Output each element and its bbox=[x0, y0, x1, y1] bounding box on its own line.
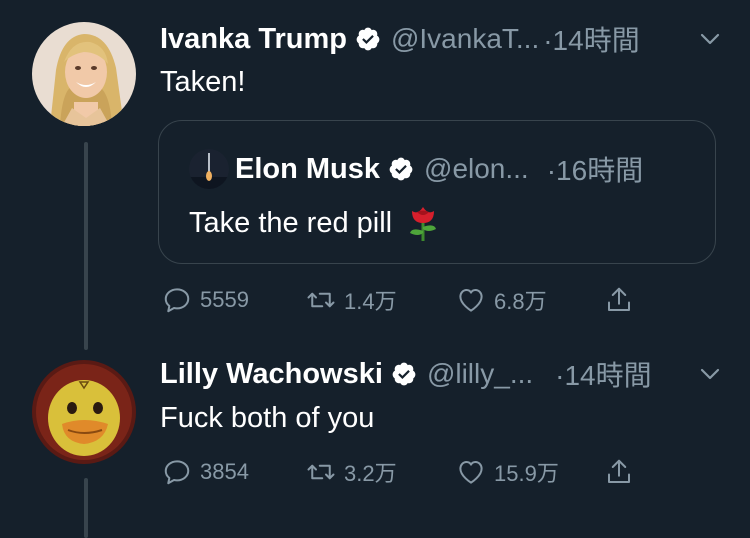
share-icon bbox=[608, 459, 630, 483]
reply-button[interactable]: 5559 bbox=[162, 280, 249, 320]
like-count: 15.9万 bbox=[494, 461, 559, 486]
thread-line bbox=[84, 478, 88, 538]
display-name[interactable]: Lilly Wachowski bbox=[160, 358, 383, 391]
like-icon bbox=[459, 461, 483, 484]
like-button[interactable]: 15.9万 bbox=[456, 452, 559, 492]
timestamp[interactable]: ·16時間 bbox=[547, 149, 643, 189]
retweet-icon bbox=[307, 292, 335, 308]
share-button[interactable] bbox=[604, 280, 642, 320]
handle[interactable]: @lilly_... bbox=[427, 358, 533, 390]
retweet-count: 1.4万 bbox=[344, 289, 397, 314]
retweet-button[interactable]: 3.2万 bbox=[306, 452, 397, 492]
share-icon bbox=[608, 287, 630, 311]
tweet-actions: 3854 3.2万 15.9万 bbox=[160, 452, 660, 492]
reply-count: 5559 bbox=[200, 287, 249, 312]
verified-badge-icon bbox=[356, 27, 380, 51]
quoted-tweet-text: Take the red pill bbox=[189, 206, 393, 239]
chevron-down-icon[interactable] bbox=[698, 362, 722, 386]
like-count: 6.8万 bbox=[494, 289, 547, 314]
reply-button[interactable]: 3854 bbox=[162, 452, 249, 492]
reply-icon bbox=[164, 288, 190, 313]
share-button[interactable] bbox=[604, 452, 642, 492]
quoted-tweet-header: Elon Musk @elon... ·16時間 bbox=[235, 149, 643, 189]
reply-icon bbox=[164, 460, 190, 485]
display-name[interactable]: Elon Musk bbox=[235, 153, 380, 186]
reply-count: 3854 bbox=[200, 459, 249, 484]
quoted-tweet[interactable]: Elon Musk @elon... ·16時間 Take the red pi… bbox=[158, 120, 716, 264]
retweet-icon bbox=[307, 464, 335, 480]
thread-line bbox=[84, 142, 88, 350]
timestamp[interactable]: ·14時間 bbox=[543, 19, 639, 59]
retweet-count: 3.2万 bbox=[344, 461, 397, 486]
verified-badge-icon bbox=[389, 157, 413, 181]
avatar-elon[interactable] bbox=[189, 149, 229, 189]
timestamp[interactable]: ·14時間 bbox=[555, 354, 651, 394]
handle[interactable]: @IvankaT... bbox=[391, 23, 539, 55]
tweet-actions: 5559 1.4万 6.8万 bbox=[160, 280, 660, 320]
tweet-header: Ivanka Trump @IvankaT... ·14時間 bbox=[160, 19, 730, 59]
rose-emoji-icon bbox=[410, 207, 437, 241]
tweet-text: Fuck both of you bbox=[160, 402, 375, 434]
chevron-down-icon[interactable] bbox=[698, 27, 722, 51]
like-button[interactable]: 6.8万 bbox=[456, 280, 547, 320]
handle[interactable]: @elon... bbox=[424, 153, 529, 185]
avatar-lilly[interactable] bbox=[32, 360, 136, 464]
retweet-button[interactable]: 1.4万 bbox=[306, 280, 397, 320]
verified-badge-icon bbox=[392, 362, 416, 386]
display-name[interactable]: Ivanka Trump bbox=[160, 23, 347, 56]
tweet-text: Taken! bbox=[160, 66, 246, 98]
like-icon bbox=[459, 289, 483, 312]
quoted-tweet-body: Take the red pill bbox=[189, 203, 440, 243]
avatar-ivanka[interactable] bbox=[32, 22, 136, 126]
tweet-header: Lilly Wachowski @lilly_... ·14時間 bbox=[160, 354, 730, 394]
